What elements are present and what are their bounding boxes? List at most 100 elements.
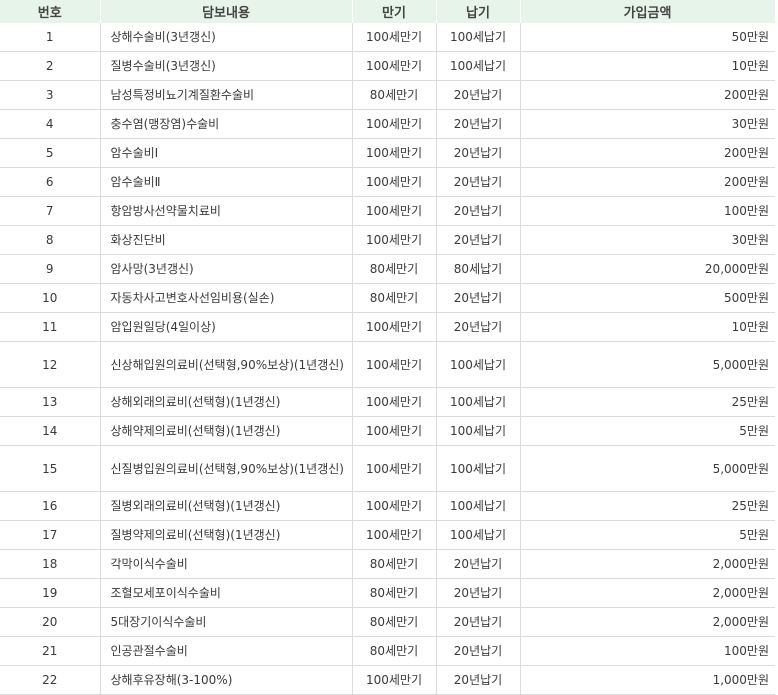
- row-number: 2: [0, 51, 101, 81]
- maturity-cell: 80세만기: [352, 607, 437, 637]
- table-row: 18 각막이식수술비 80세만기 20년납기 2,000만원: [0, 549, 775, 579]
- row-number: 6: [0, 167, 101, 197]
- amount-cell: 2,000만원: [520, 549, 775, 579]
- coverage-name: 조혈모세포이식수술비: [100, 578, 353, 608]
- amount-cell: 1,000만원: [520, 665, 775, 695]
- coverage-name: 질병수술비(3년갱신): [100, 51, 353, 81]
- table-row: 4 충수염(맹장염)수술비 100세만기 20년납기 30만원: [0, 109, 775, 139]
- payment-period-cell: 20년납기: [436, 196, 521, 226]
- row-number: 14: [0, 416, 101, 446]
- table-row: 11 암입원일당(4일이상) 100세만기 20년납기 10만원: [0, 312, 775, 342]
- table-row: 20 5대장기이식수술비 80세만기 20년납기 2,000만원: [0, 607, 775, 637]
- maturity-cell: 100세만기: [352, 23, 437, 52]
- maturity-cell: 100세만기: [352, 167, 437, 197]
- maturity-cell: 100세만기: [352, 138, 437, 168]
- row-number: 21: [0, 636, 101, 666]
- table-row: 3 남성특정비뇨기계질환수술비 80세만기 20년납기 200만원: [0, 80, 775, 110]
- amount-cell: 25만원: [520, 491, 775, 521]
- payment-period-cell: 20년납기: [436, 283, 521, 313]
- coverage-name: 상해수술비(3년갱신): [100, 23, 353, 52]
- table-row: 21 인공관절수술비 80세만기 20년납기 100만원: [0, 636, 775, 666]
- coverage-name: 신상해입원의료비(선택형,90%보상)(1년갱신): [100, 341, 353, 388]
- maturity-cell: 80세만기: [352, 283, 437, 313]
- maturity-cell: 80세만기: [352, 578, 437, 608]
- row-number: 4: [0, 109, 101, 139]
- payment-period-cell: 100세납기: [436, 51, 521, 81]
- table-row: 16 질병외래의료비(선택형)(1년갱신) 100세만기 100세납기 25만원: [0, 491, 775, 521]
- row-number: 15: [0, 445, 101, 492]
- row-number: 20: [0, 607, 101, 637]
- table-row: 10 자동차사고변호사선임비용(실손) 80세만기 20년납기 500만원: [0, 283, 775, 313]
- payment-period-cell: 20년납기: [436, 109, 521, 139]
- coverage-name: 남성특정비뇨기계질환수술비: [100, 80, 353, 110]
- coverage-name: 암수술비Ⅰ: [100, 138, 353, 168]
- maturity-cell: 100세만기: [352, 491, 437, 521]
- row-number: 3: [0, 80, 101, 110]
- payment-period-cell: 100세납기: [436, 491, 521, 521]
- maturity-cell: 100세만기: [352, 387, 437, 417]
- payment-period-cell: 20년납기: [436, 636, 521, 666]
- row-number: 22: [0, 665, 101, 695]
- row-number: 1: [0, 23, 101, 52]
- row-number: 8: [0, 225, 101, 255]
- amount-cell: 25만원: [520, 387, 775, 417]
- amount-cell: 5,000만원: [520, 341, 775, 388]
- table-row: 7 항암방사선약물치료비 100세만기 20년납기 100만원: [0, 196, 775, 226]
- amount-cell: 10만원: [520, 51, 775, 81]
- header-coverage: 담보내용: [100, 0, 353, 23]
- payment-period-cell: 20년납기: [436, 607, 521, 637]
- coverage-name: 상해후유장해(3-100%): [100, 665, 353, 695]
- maturity-cell: 80세만기: [352, 549, 437, 579]
- row-number: 18: [0, 549, 101, 579]
- coverage-name: 질병외래의료비(선택형)(1년갱신): [100, 491, 353, 521]
- table-row: 22 상해후유장해(3-100%) 100세만기 20년납기 1,000만원: [0, 665, 775, 695]
- row-number: 7: [0, 196, 101, 226]
- maturity-cell: 100세만기: [352, 445, 437, 492]
- maturity-cell: 80세만기: [352, 80, 437, 110]
- coverage-name: 화상진단비: [100, 225, 353, 255]
- payment-period-cell: 20년납기: [436, 312, 521, 342]
- amount-cell: 500만원: [520, 283, 775, 313]
- amount-cell: 200만원: [520, 167, 775, 197]
- amount-cell: 30만원: [520, 109, 775, 139]
- payment-period-cell: 20년납기: [436, 665, 521, 695]
- amount-cell: 50만원: [520, 23, 775, 52]
- amount-cell: 5만원: [520, 416, 775, 446]
- table-row: 12 신상해입원의료비(선택형,90%보상)(1년갱신) 100세만기 100세납기 5…: [0, 341, 775, 388]
- coverage-name: 암수술비Ⅱ: [100, 167, 353, 197]
- table-row: 6 암수술비Ⅱ 100세만기 20년납기 200만원: [0, 167, 775, 197]
- payment-period-cell: 100세납기: [436, 445, 521, 492]
- maturity-cell: 100세만기: [352, 341, 437, 388]
- coverage-name: 자동차사고변호사선임비용(실손): [100, 283, 353, 313]
- header-payment-period: 납기: [436, 0, 521, 23]
- coverage-name: 5대장기이식수술비: [100, 607, 353, 637]
- maturity-cell: 80세만기: [352, 636, 437, 666]
- maturity-cell: 100세만기: [352, 51, 437, 81]
- amount-cell: 200만원: [520, 80, 775, 110]
- amount-cell: 5,000만원: [520, 445, 775, 492]
- maturity-cell: 100세만기: [352, 109, 437, 139]
- maturity-cell: 80세만기: [352, 254, 437, 284]
- amount-cell: 10만원: [520, 312, 775, 342]
- payment-period-cell: 20년납기: [436, 578, 521, 608]
- maturity-cell: 100세만기: [352, 416, 437, 446]
- payment-period-cell: 20년납기: [436, 80, 521, 110]
- payment-period-cell: 80세납기: [436, 254, 521, 284]
- payment-period-cell: 100세납기: [436, 520, 521, 550]
- table-row: 14 상해약제의료비(선택형)(1년갱신) 100세만기 100세납기 5만원: [0, 416, 775, 446]
- header-maturity: 만기: [352, 0, 437, 23]
- coverage-name: 암사망(3년갱신): [100, 254, 353, 284]
- row-number: 10: [0, 283, 101, 313]
- amount-cell: 100만원: [520, 196, 775, 226]
- header-amount: 가입금액: [520, 0, 776, 23]
- table-row: 13 상해외래의료비(선택형)(1년갱신) 100세만기 100세납기 25만원: [0, 387, 775, 417]
- maturity-cell: 100세만기: [352, 520, 437, 550]
- coverage-name: 신질병입원의료비(선택형,90%보상)(1년갱신): [100, 445, 353, 492]
- amount-cell: 200만원: [520, 138, 775, 168]
- payment-period-cell: 20년납기: [436, 549, 521, 579]
- payment-period-cell: 100세납기: [436, 23, 521, 52]
- table-header: 번호 담보내용 만기 납기 가입금액: [0, 0, 776, 23]
- maturity-cell: 100세만기: [352, 196, 437, 226]
- row-number: 16: [0, 491, 101, 521]
- row-number: 9: [0, 254, 101, 284]
